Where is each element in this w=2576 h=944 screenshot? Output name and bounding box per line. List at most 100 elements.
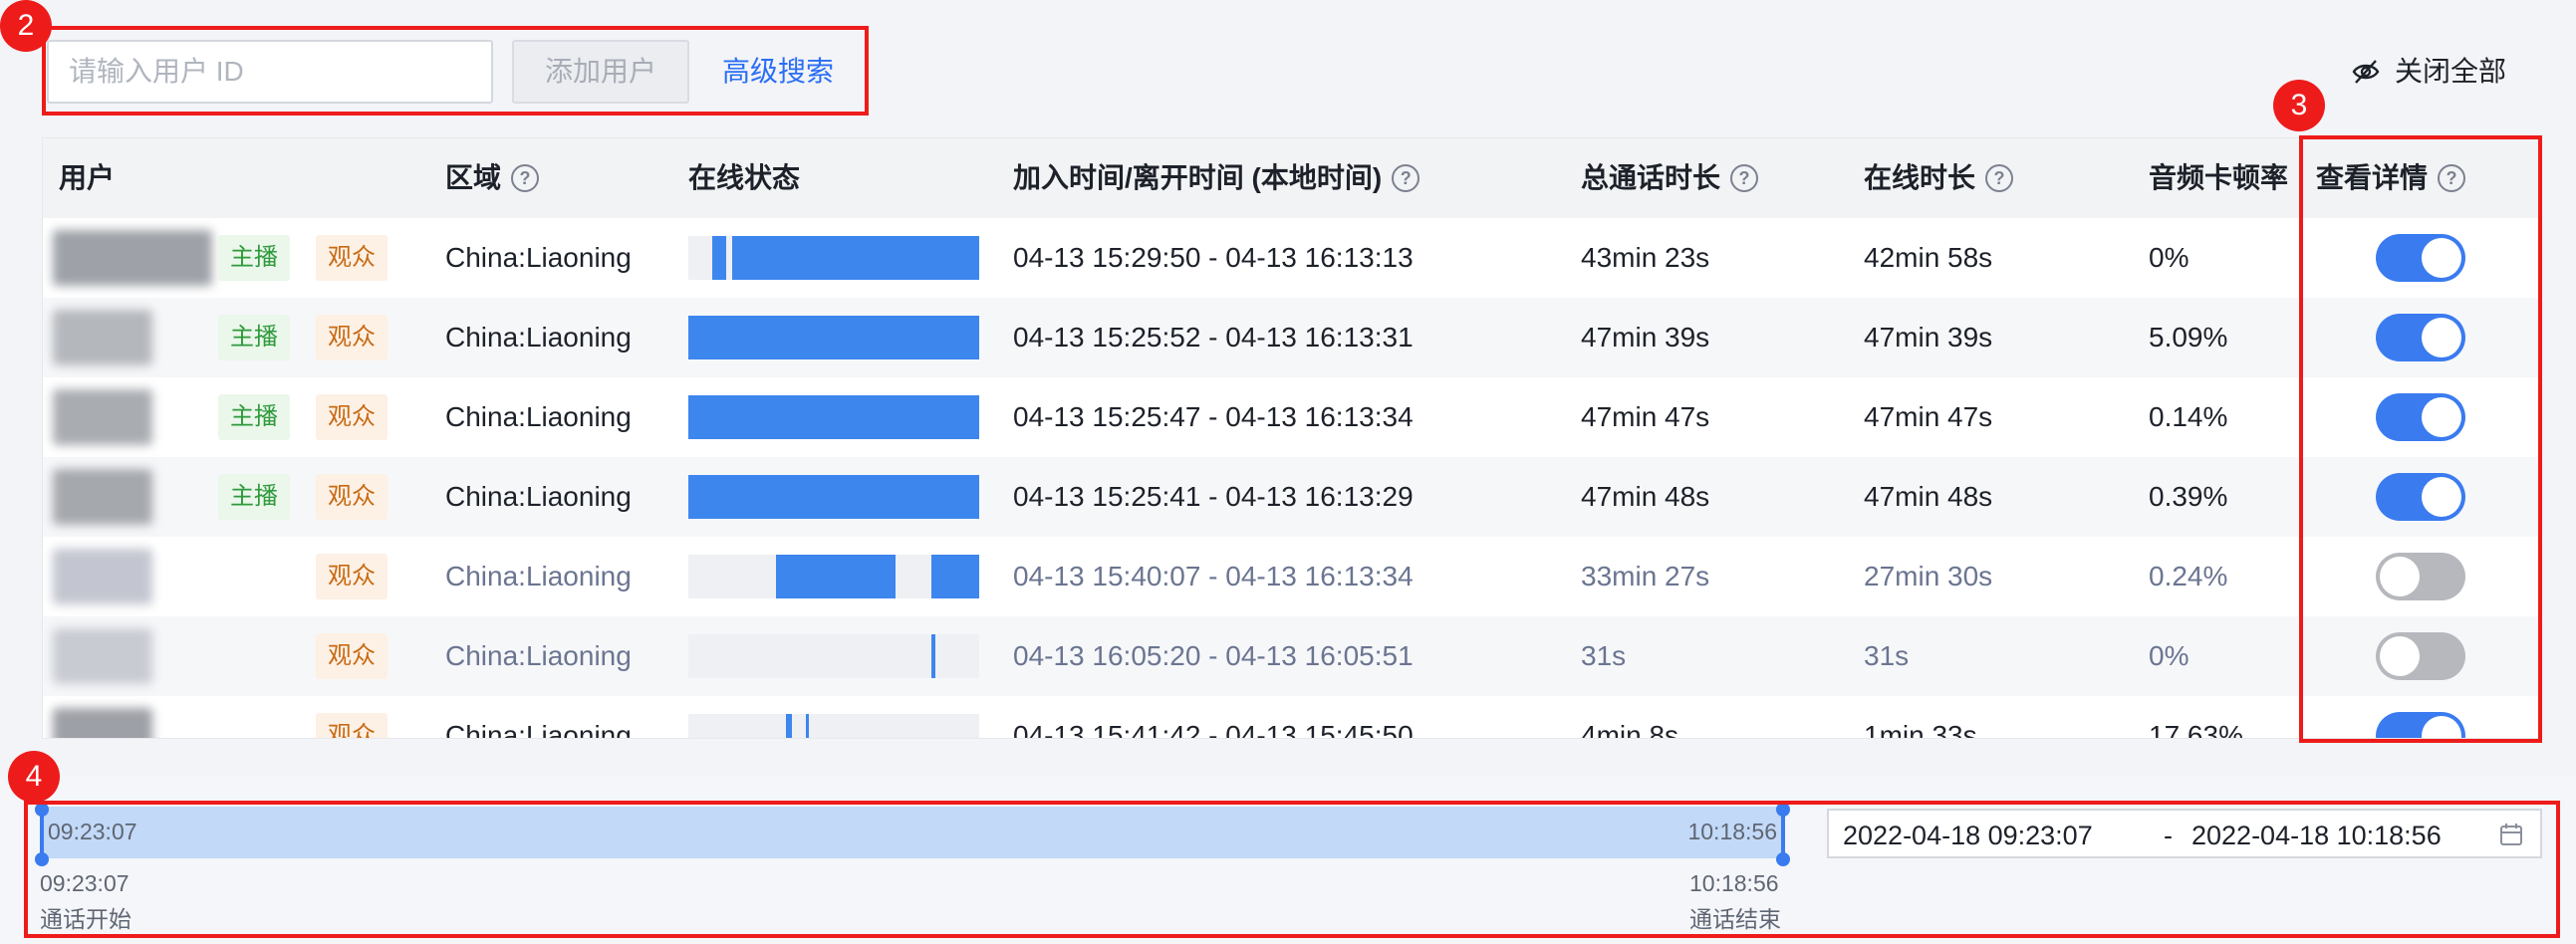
avatar [53,389,152,445]
online-cell: 31s [1864,640,1910,671]
online-status-bar [688,475,979,519]
time-cell: 04-13 15:41:42 - 04-13 15:45:50 [1013,720,1414,739]
close-all-button[interactable]: 关闭全部 [2351,48,2506,96]
online-status-bar [688,236,979,280]
range-end-input[interactable]: 2022-04-18 10:18:56 [2191,821,2442,851]
add-user-button[interactable]: 添加用户 [512,40,689,104]
audio-lag-cell: 0.39% [2149,481,2228,512]
total-call-cell: 47min 48s [1581,481,1710,512]
details-toggle[interactable] [2376,393,2465,441]
date-range-picker[interactable]: 2022-04-18 09:23:07 - 2022-04-18 10:18:5… [1827,809,2542,858]
range-separator: - [2164,821,2173,850]
online-segment [712,236,726,280]
help-icon[interactable]: ? [1392,164,1420,192]
bar-end-time: 10:18:56 [1687,819,1777,844]
call-end-time: 10:18:56 [1689,870,1779,896]
audience-tag: 观众 [316,394,387,440]
toggle-knob [2380,636,2420,676]
details-toggle[interactable] [2376,314,2465,361]
table-row[interactable]: 观众 China:Liaoning 04-13 15:40:07 - 04-13… [43,537,2541,616]
col-user: 用户 [59,138,115,218]
user-id-search-input[interactable]: 请输入用户 ID [47,40,493,104]
online-cell: 47min 47s [1864,401,1993,432]
table-row[interactable]: 观众 China:Liaoning 04-13 15:41:42 - 04-13… [43,696,2541,739]
region-cell: China:Liaoning [445,481,632,512]
details-toggle[interactable] [2376,473,2465,521]
timeline-end-handle-dot[interactable] [1776,803,1790,817]
col-region-label: 区域 [445,162,502,193]
total-call-cell: 33min 27s [1581,561,1710,591]
audio-lag-cell: 0% [2149,640,2190,671]
host-tag: 主播 [218,474,290,520]
avatar [53,230,212,286]
online-cell: 1min 33s [1864,720,1977,739]
table-row[interactable]: 主播 观众 China:Liaoning 04-13 15:25:52 - 04… [43,298,2541,377]
time-cell: 04-13 15:29:50 - 04-13 16:13:13 [1013,242,1414,273]
col-online-label: 在线时长 [1864,162,1976,193]
details-toggle[interactable] [2376,553,2465,600]
online-status-bar [688,395,979,439]
help-icon[interactable]: ? [1985,164,2014,192]
online-segment [806,714,809,738]
table-row[interactable]: 主播 观众 China:Liaoning 04-13 15:29:50 - 04… [43,218,2541,298]
toggle-knob [2422,238,2461,278]
timeline-range-bar[interactable]: 09:23:07 10:18:56 [42,807,1785,858]
online-status-bar [688,634,979,678]
online-cell: 47min 48s [1864,481,1993,512]
help-icon[interactable]: ? [2438,164,2466,192]
calendar-icon[interactable] [2498,822,2524,847]
table-row[interactable]: 主播 观众 China:Liaoning 04-13 15:25:47 - 04… [43,377,2541,457]
avatar [53,549,152,604]
help-icon[interactable]: ? [1730,164,1759,192]
online-cell: 47min 39s [1864,322,1993,353]
toggle-knob [2422,716,2461,738]
audience-tag: 观众 [316,554,387,599]
avatar [53,310,152,365]
time-cell: 04-13 15:40:07 - 04-13 16:13:34 [1013,561,1414,591]
timeline-start-handle-dot[interactable] [35,852,49,866]
details-toggle[interactable] [2376,632,2465,680]
bar-start-time: 09:23:07 [48,819,137,844]
eye-off-icon [2352,60,2380,84]
total-call-cell: 4min 8s [1581,720,1679,739]
region-cell: China:Liaoning [445,401,632,432]
online-status-bar [688,555,979,598]
details-toggle[interactable] [2376,712,2465,738]
help-icon[interactable]: ? [511,164,540,192]
range-start-input[interactable]: 2022-04-18 09:23:07 [1843,821,2093,851]
table-row[interactable]: 主播 观众 China:Liaoning 04-13 15:25:41 - 04… [43,457,2541,537]
time-cell: 04-13 15:25:47 - 04-13 16:13:34 [1013,401,1414,432]
col-user-label: 用户 [59,162,116,193]
online-segment [931,634,935,678]
timeline-end-handle-dot[interactable] [1776,852,1790,866]
avatar [53,708,152,738]
audience-tag: 观众 [316,315,387,360]
audio-lag-cell: 0.24% [2149,561,2228,591]
timeline-start-handle-dot[interactable] [35,803,49,817]
total-call-cell: 47min 39s [1581,322,1710,353]
col-total-call-label: 总通话时长 [1581,162,1721,193]
table-row[interactable]: 观众 China:Liaoning 04-13 16:05:20 - 04-13… [43,616,2541,696]
col-details-label: 查看详情 [2316,162,2429,193]
online-segment [931,555,979,598]
host-tag: 主播 [218,394,290,440]
details-toggle[interactable] [2376,234,2465,282]
user-table: 用户 区域? 在线状态 加入时间/离开时间 (本地时间)? 总通话时长? 在线时… [42,137,2542,739]
toggle-knob [2422,477,2461,517]
audio-lag-cell: 0% [2149,242,2190,273]
region-cell: China:Liaoning [445,640,632,671]
col-online: 在线时长? [1864,138,2014,218]
time-cell: 04-13 15:25:41 - 04-13 16:13:29 [1013,481,1414,512]
online-cell: 42min 58s [1864,242,1993,273]
audience-tag: 观众 [316,633,387,679]
avatar [53,469,152,525]
region-cell: China:Liaoning [445,561,632,591]
col-total-call: 总通话时长? [1581,138,1759,218]
toggle-knob [2422,397,2461,437]
advanced-search-link[interactable]: 高级搜索 [722,40,834,104]
online-cell: 27min 30s [1864,561,1993,591]
col-status-label: 在线状态 [688,162,801,193]
online-segment [786,714,792,738]
callout-3: 3 [2273,80,2325,131]
col-status: 在线状态 [688,138,800,218]
